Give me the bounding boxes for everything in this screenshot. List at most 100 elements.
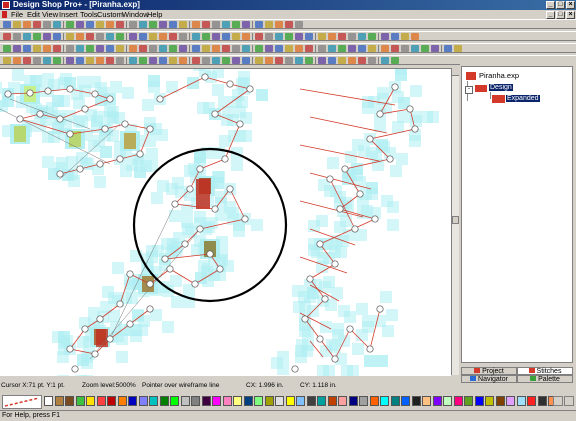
stitch-node[interactable] bbox=[371, 215, 379, 223]
stitch-node[interactable] bbox=[351, 225, 359, 233]
toolbar-button-2-36[interactable] bbox=[368, 33, 376, 40]
toolbar-button-4-32[interactable] bbox=[328, 57, 336, 64]
toolbar-button-2-28[interactable] bbox=[285, 33, 293, 40]
stitch-node[interactable] bbox=[356, 190, 364, 198]
toolbar-button-1-1[interactable] bbox=[3, 21, 11, 28]
tab-navigator[interactable]: Navigator bbox=[461, 375, 517, 383]
toolbar-button-4-29[interactable] bbox=[295, 57, 303, 64]
palette-swatch[interactable] bbox=[86, 396, 95, 406]
tree-item-design[interactable]: Design bbox=[489, 84, 513, 91]
toolbar-button-3-35[interactable] bbox=[358, 45, 366, 52]
menu-view[interactable]: View bbox=[42, 10, 58, 19]
palette-swatch[interactable] bbox=[401, 396, 410, 406]
palette-swatch[interactable] bbox=[485, 396, 494, 406]
document-icon[interactable] bbox=[2, 11, 7, 18]
toolbar-button-2-14[interactable] bbox=[139, 33, 147, 40]
toolbar-button-1-5[interactable] bbox=[43, 21, 51, 28]
stitch-node[interactable] bbox=[196, 165, 204, 173]
toolbar-button-3-6[interactable] bbox=[53, 45, 61, 52]
palette-swatch[interactable] bbox=[201, 396, 211, 406]
palette-swatch[interactable] bbox=[275, 396, 284, 406]
stitch-node[interactable] bbox=[56, 115, 64, 123]
toolbar-button-1-3[interactable] bbox=[23, 21, 31, 28]
toolbar-button-4-21[interactable] bbox=[212, 57, 220, 64]
toolbar-button-4-3[interactable] bbox=[23, 57, 31, 64]
palette-swatch[interactable] bbox=[159, 396, 169, 406]
stitch-node[interactable] bbox=[376, 305, 384, 313]
stitch-node[interactable] bbox=[201, 73, 209, 81]
toolbar-button-2-10[interactable] bbox=[96, 33, 104, 40]
palette-swatch[interactable] bbox=[306, 396, 316, 406]
stitch-node[interactable] bbox=[391, 83, 399, 91]
toolbar-button-3-16[interactable] bbox=[159, 45, 167, 52]
toolbar-button-1-8[interactable] bbox=[76, 21, 84, 28]
design-canvas[interactable] bbox=[0, 68, 451, 376]
stitch-node[interactable] bbox=[26, 89, 34, 97]
toolbar-button-3-26[interactable] bbox=[265, 45, 273, 52]
palette-swatch[interactable] bbox=[170, 396, 179, 406]
stitch-node[interactable] bbox=[226, 185, 234, 193]
toolbar-button-4-34[interactable] bbox=[348, 57, 356, 64]
toolbar-button-3-3[interactable] bbox=[23, 45, 31, 52]
toolbar-button-3-19[interactable] bbox=[192, 45, 200, 52]
stitch-node[interactable] bbox=[326, 175, 334, 183]
palette-swatch[interactable] bbox=[222, 396, 232, 406]
toolbar-button-3-40[interactable] bbox=[411, 45, 419, 52]
stitch-node[interactable] bbox=[331, 260, 339, 268]
toolbar-button-1-17[interactable] bbox=[169, 21, 177, 28]
palette-swatch[interactable] bbox=[296, 396, 305, 406]
palette-swatch[interactable] bbox=[117, 396, 127, 406]
toolbar-button-4-36[interactable] bbox=[368, 57, 376, 64]
toolbar-button-2-30[interactable] bbox=[305, 33, 313, 40]
toolbar-button-2-12[interactable] bbox=[116, 33, 124, 40]
toolbar-button-2-6[interactable] bbox=[53, 33, 61, 40]
stitch-node[interactable] bbox=[336, 205, 344, 213]
toolbar-button-2-31[interactable] bbox=[318, 33, 326, 40]
toolbar-button-4-16[interactable] bbox=[159, 57, 167, 64]
stitch-canvas-svg[interactable] bbox=[0, 69, 451, 376]
palette-swatch[interactable] bbox=[369, 396, 379, 406]
stitch-node[interactable] bbox=[406, 105, 414, 113]
stitch-node[interactable] bbox=[291, 365, 299, 373]
palette-swatch[interactable] bbox=[527, 396, 536, 406]
toolbar-button-2-33[interactable] bbox=[338, 33, 346, 40]
palette-swatch[interactable] bbox=[390, 396, 400, 406]
toolbar-button-2-37[interactable] bbox=[381, 33, 389, 40]
tree-item-expanded[interactable]: Expanded bbox=[506, 95, 540, 102]
stitch-node[interactable] bbox=[376, 110, 384, 118]
vertical-scrollbar[interactable] bbox=[451, 68, 459, 375]
palette-swatch[interactable] bbox=[212, 396, 221, 406]
stitch-node[interactable] bbox=[146, 125, 154, 133]
toolbar-button-4-11[interactable] bbox=[106, 57, 114, 64]
toolbar-button-4-19[interactable] bbox=[192, 57, 200, 64]
toolbar-button-3-44[interactable] bbox=[454, 45, 462, 52]
toolbar-button-1-16[interactable] bbox=[159, 21, 167, 28]
toolbar-button-3-18[interactable] bbox=[179, 45, 187, 52]
stitch-node[interactable] bbox=[116, 155, 124, 163]
maximize-button[interactable]: □ bbox=[556, 1, 565, 9]
toolbar-button-1-4[interactable] bbox=[33, 21, 41, 28]
toolbar-button-4-6[interactable] bbox=[53, 57, 61, 64]
stitch-node[interactable] bbox=[66, 345, 74, 353]
menu-help[interactable]: Help bbox=[147, 10, 162, 19]
toolbar-button-1-12[interactable] bbox=[116, 21, 124, 28]
toolbar-button-2-23[interactable] bbox=[232, 33, 240, 40]
palette-swatch[interactable] bbox=[285, 396, 295, 406]
toolbar-button-2-1[interactable] bbox=[3, 33, 11, 40]
toolbar-button-1-22[interactable] bbox=[222, 21, 230, 28]
toolbar-button-3-31[interactable] bbox=[318, 45, 326, 52]
toolbar-button-2-7[interactable] bbox=[66, 33, 74, 40]
palette-swatch[interactable] bbox=[359, 396, 368, 406]
palette-swatch[interactable] bbox=[264, 396, 274, 406]
stitch-node[interactable] bbox=[96, 160, 104, 168]
toolbar-button-3-27[interactable] bbox=[275, 45, 283, 52]
toolbar-button-4-15[interactable] bbox=[149, 57, 157, 64]
palette-swatch[interactable] bbox=[348, 396, 358, 406]
stitch-node[interactable] bbox=[301, 315, 309, 323]
stitch-node[interactable] bbox=[366, 345, 374, 353]
toolbar-button-2-19[interactable] bbox=[192, 33, 200, 40]
toolbar-button-3-4[interactable] bbox=[33, 45, 41, 52]
toolbar-button-3-2[interactable] bbox=[13, 45, 21, 52]
toolbar-button-2-35[interactable] bbox=[358, 33, 366, 40]
stitch-node[interactable] bbox=[76, 165, 84, 173]
